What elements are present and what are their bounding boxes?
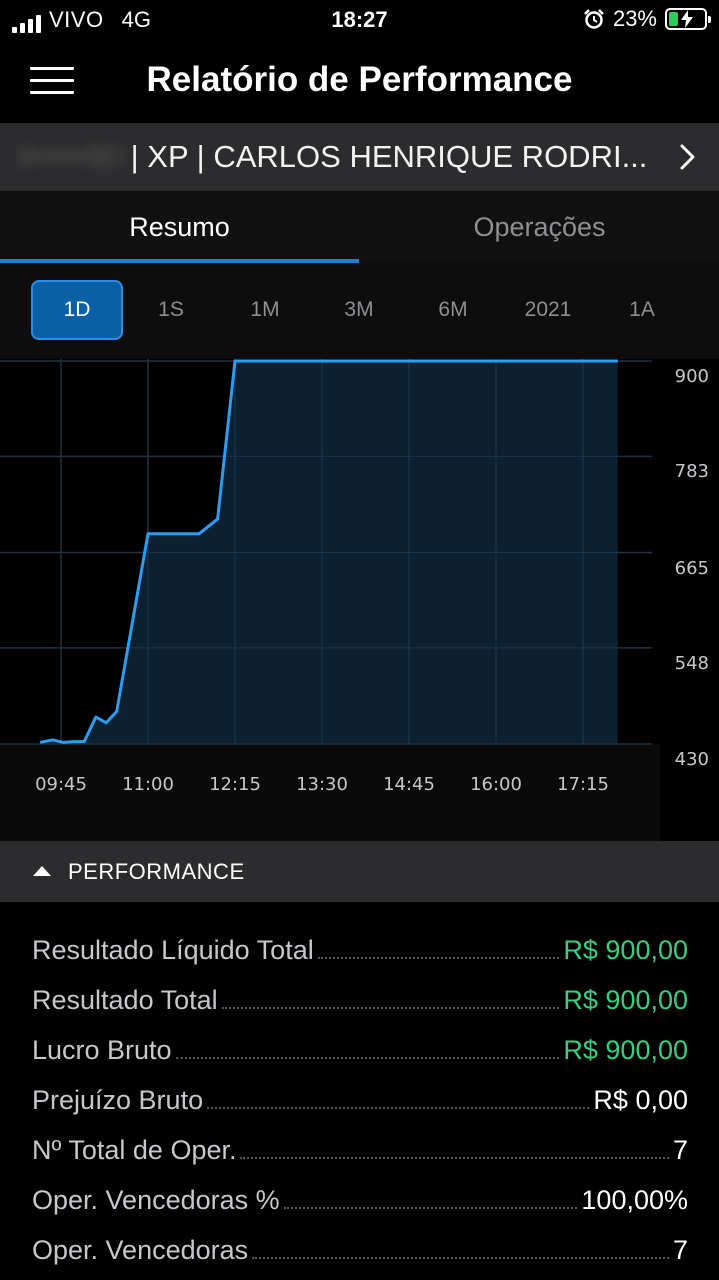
- performance-row-label: Resultado Líquido Total: [32, 935, 314, 965]
- alarm-icon: [584, 9, 604, 29]
- performance-section-header[interactable]: PERFORMANCE: [0, 841, 719, 902]
- dotted-leader: [252, 1257, 669, 1259]
- status-right: 23%: [583, 6, 711, 32]
- performance-row-label: Oper. Vencedoras: [32, 1235, 249, 1265]
- performance-row: Nº Total de Oper. 7: [32, 1126, 688, 1166]
- account-selector[interactable]: 4•••••90 | XP | CARLOS HENRIQUE RODRI...: [0, 123, 719, 191]
- x-tick-label: 17:15: [557, 774, 609, 795]
- y-tick-label: 548: [674, 652, 709, 674]
- performance-row-value: R$ 900,00: [563, 1035, 688, 1065]
- period-selector: 1D 1S 1M 3M 6M 2021 1A: [0, 263, 719, 359]
- performance-row-label: Prejuízo Bruto: [32, 1085, 204, 1115]
- chart-svg: [0, 359, 719, 841]
- period-6m[interactable]: 6M: [408, 280, 498, 340]
- performance-chart[interactable]: 900 783 665 548 430 09:45 11:00 12:15 13:30 14:45…: [0, 359, 719, 841]
- tab-operacoes[interactable]: Operações: [360, 191, 719, 263]
- dotted-leader: [175, 1057, 560, 1059]
- tab-bar: Resumo Operações: [0, 191, 719, 263]
- performance-title: PERFORMANCE: [68, 859, 245, 884]
- caret-up-icon: [33, 866, 51, 876]
- performance-row-value: R$ 900,00: [563, 935, 688, 965]
- x-tick-label: 16:00: [470, 774, 522, 795]
- performance-row: Oper. Vencedoras 7: [32, 1226, 688, 1266]
- status-bar: VIVO 4G 18:27 23%: [0, 0, 719, 40]
- period-3m[interactable]: 3M: [314, 280, 404, 340]
- battery-percent: 23%: [612, 6, 657, 31]
- app-header: Relatório de Performance: [0, 40, 719, 122]
- tab-resumo[interactable]: Resumo: [0, 191, 359, 263]
- battery-charging-icon: [665, 8, 711, 30]
- performance-row: Lucro Bruto R$ 900,00: [32, 1026, 688, 1066]
- performance-row-value: 100,00%: [581, 1185, 688, 1215]
- period-1d[interactable]: 1D: [31, 280, 123, 340]
- performance-row-label: Oper. Vencedoras %: [32, 1185, 280, 1215]
- period-1m[interactable]: 1M: [220, 280, 310, 340]
- y-tick-label: 665: [674, 557, 709, 579]
- performance-row-value: R$ 900,00: [563, 985, 688, 1015]
- x-tick-label: 09:45: [35, 774, 87, 795]
- account-id-redacted: 4•••••90: [16, 139, 122, 174]
- x-tick-label: 14:45: [383, 774, 435, 795]
- performance-row-value: R$ 0,00: [593, 1085, 688, 1115]
- performance-row-value: 7: [672, 1235, 688, 1265]
- x-tick-label: 13:30: [296, 774, 348, 795]
- performance-row-value: 7: [672, 1135, 688, 1165]
- performance-row: Prejuízo Bruto R$ 0,00: [32, 1076, 688, 1116]
- y-tick-label: 900: [674, 366, 709, 387]
- performance-row-label: Nº Total de Oper.: [32, 1135, 237, 1165]
- performance-row: Resultado Líquido Total R$ 900,00: [32, 926, 688, 966]
- performance-list: Resultado Líquido Total R$ 900,00 Resultad…: [0, 902, 719, 1280]
- account-label: 4•••••90 | XP | CARLOS HENRIQUE RODRI...: [16, 139, 666, 175]
- period-1a[interactable]: 1A: [597, 280, 687, 340]
- dotted-leader: [283, 1207, 578, 1209]
- chevron-right-icon[interactable]: [679, 144, 697, 170]
- performance-row: Oper. Vencedoras % 100,00%: [32, 1176, 688, 1216]
- period-2021[interactable]: 2021: [503, 280, 593, 340]
- x-tick-label: 11:00: [122, 774, 174, 795]
- dotted-leader: [207, 1107, 590, 1109]
- dotted-leader: [317, 957, 560, 959]
- performance-row-label: Resultado Total: [32, 985, 218, 1015]
- period-1s[interactable]: 1S: [126, 280, 216, 340]
- x-tick-label: 12:15: [209, 774, 261, 795]
- account-name: | XP | CARLOS HENRIQUE RODRI...: [122, 139, 648, 174]
- performance-row-label: Lucro Bruto: [32, 1035, 172, 1065]
- dotted-leader: [221, 1007, 560, 1009]
- y-tick-label: 783: [674, 461, 709, 483]
- y-tick-label: 430: [674, 749, 709, 770]
- performance-row: Resultado Total R$ 900,00: [32, 976, 688, 1016]
- dotted-leader: [240, 1157, 669, 1159]
- page-title: Relatório de Performance: [146, 60, 573, 99]
